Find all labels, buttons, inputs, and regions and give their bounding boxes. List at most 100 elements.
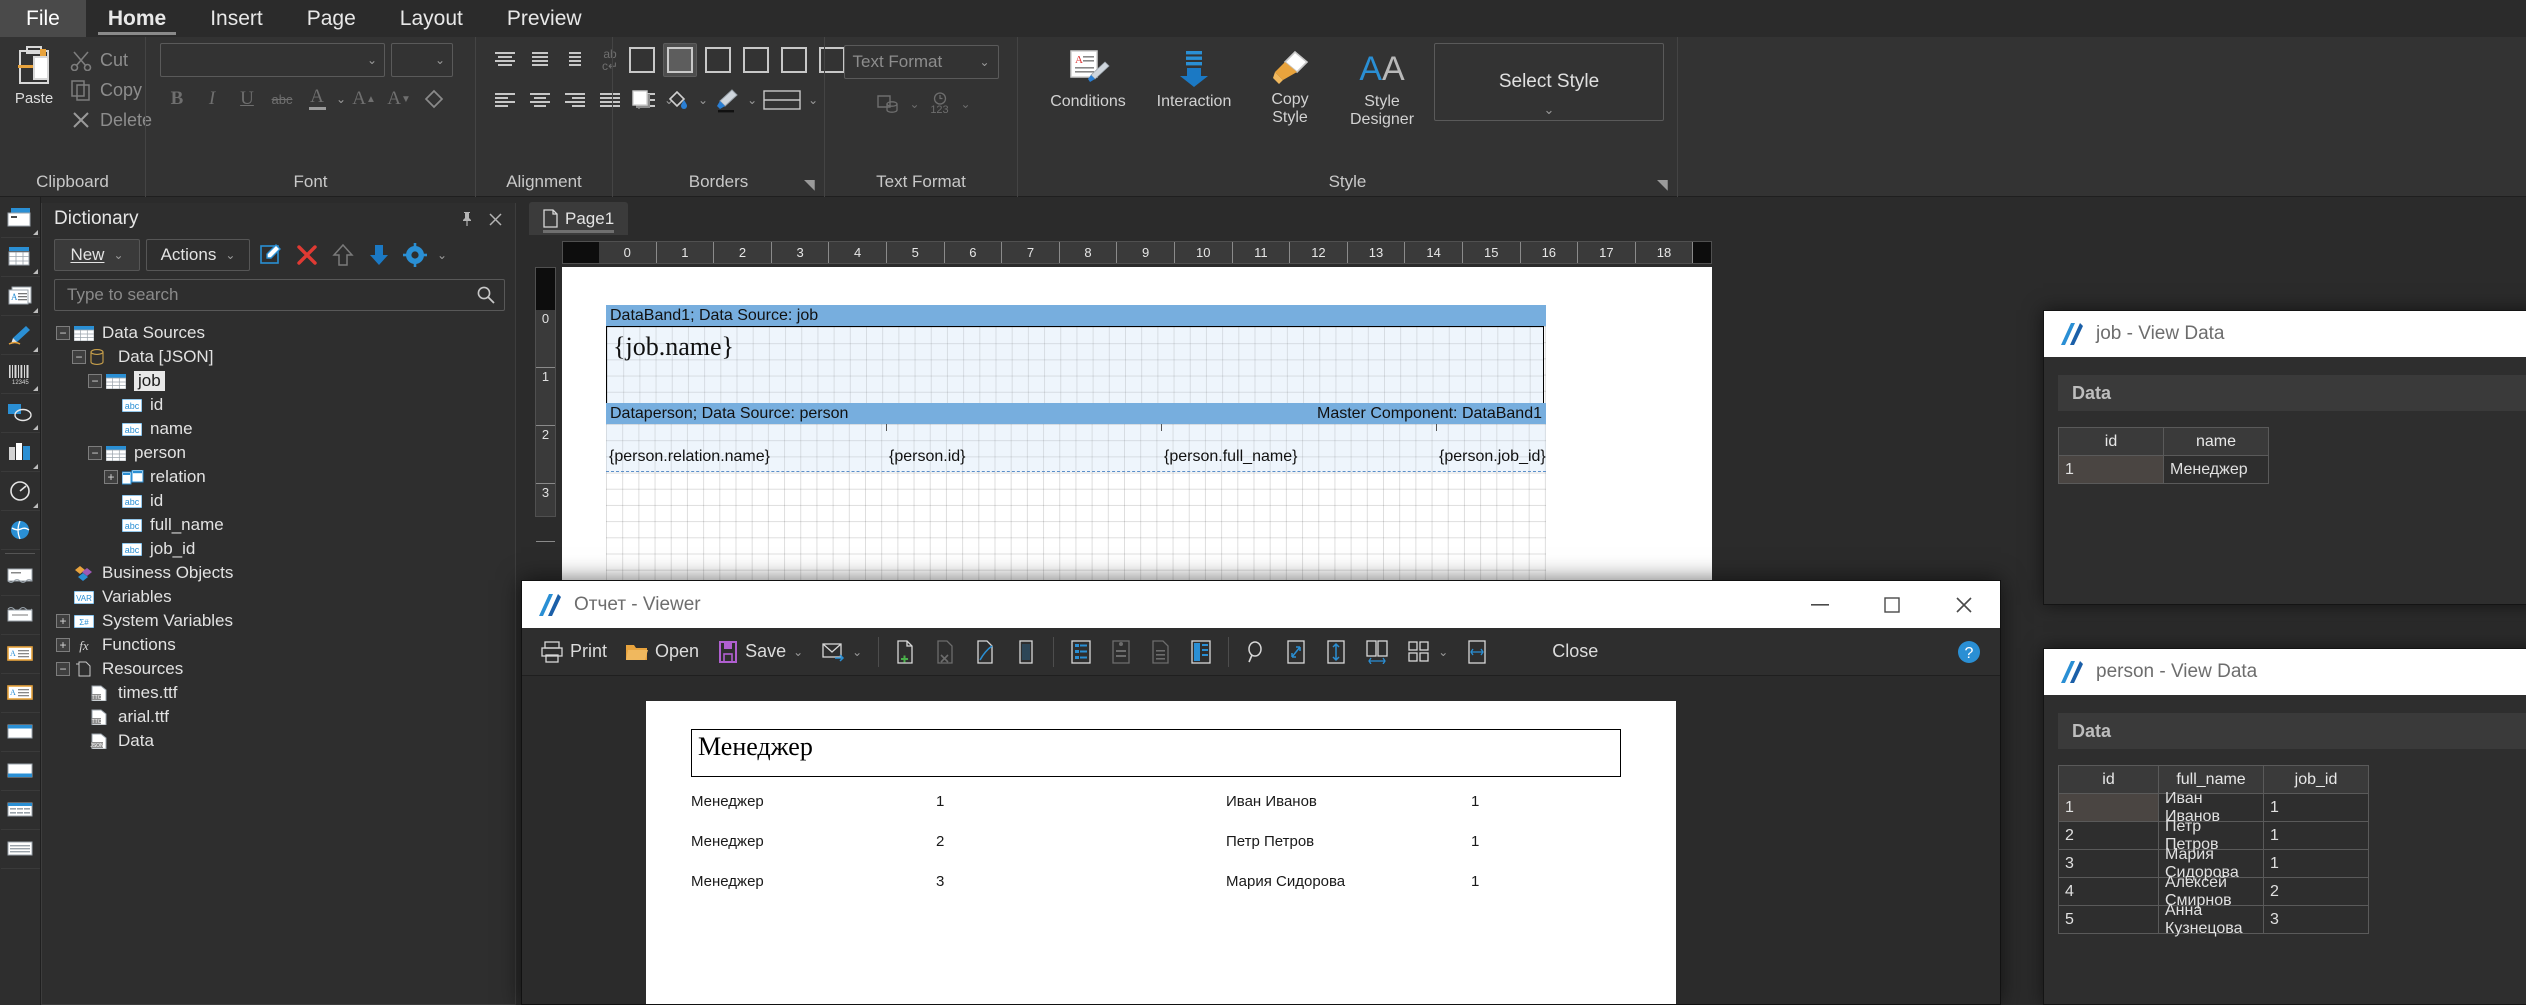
print-button[interactable]: Print (532, 632, 615, 672)
align-top-button[interactable] (488, 43, 522, 77)
viewer-title-bar[interactable]: Отчет - Viewer (522, 581, 2000, 628)
clear-formatting-button[interactable] (417, 82, 451, 116)
report-preview-page[interactable]: Менеджер Менеджер 1 Иван Иванов 1 Менеджер 2 П… (646, 701, 1676, 1004)
two-pages-button[interactable] (1357, 632, 1397, 672)
dictionary-tree-item[interactable]: Business Objects (48, 561, 515, 585)
chevron-down-icon[interactable]: ⌄ (698, 93, 708, 107)
dictionary-tree-item[interactable]: + fx Functions (48, 633, 515, 657)
dictionary-tree-item[interactable]: + relation (48, 465, 515, 489)
border-left-button[interactable] (777, 43, 811, 77)
search-icon[interactable] (476, 285, 496, 305)
expand-toggle-icon[interactable]: + (56, 638, 70, 652)
new-page-button[interactable] (887, 632, 925, 672)
view-data-grid-job[interactable]: id name 1 Менеджер (2044, 411, 2526, 484)
style-dialog-launcher-icon[interactable]: ◥ (1657, 177, 1671, 191)
collapse-toggle-icon[interactable]: − (56, 326, 70, 340)
copy-style-button[interactable]: Copy Style (1250, 43, 1330, 133)
zoom-page-width-button[interactable] (1277, 632, 1315, 672)
search-box[interactable] (54, 279, 505, 311)
borders-dialog-launcher-icon[interactable]: ◥ (804, 177, 818, 191)
dictionary-tree-item[interactable]: abc id (48, 489, 515, 513)
border-top-button[interactable] (701, 43, 735, 77)
gear-icon[interactable] (400, 240, 430, 270)
dictionary-tree-item[interactable]: JSON Data (48, 729, 515, 753)
border-all-button[interactable] (625, 43, 659, 77)
border-bottom-button[interactable] (739, 43, 773, 77)
table-cell[interactable]: 1 (2264, 794, 2369, 822)
zoom-button[interactable] (1237, 632, 1275, 672)
view-data-title-bar-person[interactable]: person - View Data (2044, 649, 2526, 695)
delete-button[interactable]: Delete (64, 107, 158, 133)
open-button[interactable]: Open (617, 632, 707, 672)
table-cell[interactable]: 2 (2264, 878, 2369, 906)
menu-item-layout[interactable]: Layout (378, 0, 485, 37)
interaction-button[interactable]: Interaction (1144, 43, 1244, 116)
text-component-job-name[interactable]: {job.name} (606, 326, 1544, 404)
style-designer-button[interactable]: AA Style Designer (1336, 43, 1428, 135)
align-bottom-button[interactable] (558, 43, 592, 77)
band-body-dataperson[interactable]: {person.relation.name} {person.id} {pers… (606, 424, 1546, 472)
data-grid[interactable]: id name 1 Менеджер (2058, 427, 2269, 484)
shadow-button[interactable] (625, 83, 659, 117)
column-header[interactable]: id (2059, 766, 2159, 794)
column-header[interactable]: name (2164, 428, 2269, 456)
chevron-down-icon[interactable]: ⌄ (336, 92, 346, 106)
bold-button[interactable]: B (160, 82, 194, 116)
view-data-grid-person[interactable]: id full_name job_id 1 Иван Иванов 1 2 Петр Петр… (2044, 749, 2526, 937)
dictionary-tree-item[interactable]: − person (48, 441, 515, 465)
band-header-databand1[interactable]: DataBand1; Data Source: job (606, 305, 1546, 326)
grow-font-button[interactable]: A ▲ (347, 82, 381, 116)
paste-button[interactable]: Paste (8, 43, 60, 133)
pencil-line-icon[interactable] (0, 316, 40, 355)
dictionary-tree[interactable]: − Data Sources − Data [JSON] − job abc id abc nam… (42, 317, 515, 753)
bookmarks-button[interactable] (1062, 632, 1100, 672)
page-header-band-icon[interactable] (0, 713, 40, 752)
chevron-down-icon[interactable]: ⌄ (747, 93, 757, 107)
map-icon[interactable] (0, 511, 40, 550)
rich-text-icon[interactable]: A (0, 277, 40, 316)
view-data-title-bar-job[interactable]: job - View Data (2044, 311, 2526, 357)
collapse-toggle-icon[interactable]: − (72, 350, 86, 364)
menu-item-home[interactable]: Home (86, 0, 188, 37)
menu-item-page[interactable]: Page (285, 0, 378, 37)
chevron-down-icon[interactable]: ⌄ (437, 248, 447, 262)
chevron-down-icon[interactable]: ⌄ (909, 97, 919, 111)
actions-button[interactable]: Actions ⌄ (146, 239, 250, 271)
text-format-combo[interactable]: Text Format ⌄ (843, 45, 999, 79)
fit-width-button[interactable] (1458, 632, 1496, 672)
vertical-ruler[interactable]: 0123 (535, 267, 556, 542)
shrink-font-button[interactable]: A ▼ (382, 82, 416, 116)
maximize-button[interactable] (1856, 581, 1928, 628)
underline-button[interactable]: U (230, 82, 264, 116)
border-style-button[interactable] (759, 83, 805, 117)
font-color-button[interactable]: A (300, 82, 334, 116)
align-left-button[interactable] (488, 83, 522, 117)
table-cell[interactable]: 2 (2059, 822, 2159, 850)
page-tab-page1[interactable]: Page1 (529, 202, 629, 235)
horizontal-ruler[interactable]: 0 1 2 3 4 5 6 7 8 9 10 11 12 13 14 15 16 17 18 (562, 241, 1712, 264)
edit-page-button[interactable] (967, 632, 1005, 672)
parameters-button[interactable] (1102, 632, 1140, 672)
text-component-person-id[interactable]: {person.id} (889, 448, 966, 466)
chevron-down-icon[interactable]: ⌄ (961, 97, 971, 111)
table-row[interactable]: 5 Анна Кузнецова 3 (2059, 902, 2369, 937)
dictionary-tree-item[interactable]: + Σ# System Variables (48, 609, 515, 633)
zoom-whole-page-button[interactable] (1317, 632, 1355, 672)
chart-icon[interactable] (0, 433, 40, 472)
conditions-button[interactable]: A Conditions (1038, 43, 1138, 116)
multiple-pages-button[interactable]: ⌄ (1399, 632, 1456, 672)
dictionary-tree-item[interactable]: abc job_id (48, 537, 515, 561)
menu-item-insert[interactable]: Insert (188, 0, 285, 37)
table-cell[interactable]: 1 (2264, 850, 2369, 878)
table-cell[interactable]: 1 (2264, 822, 2369, 850)
table-cell[interactable]: Анна Кузнецова (2159, 902, 2264, 937)
table-cell[interactable]: 3 (2059, 850, 2159, 878)
dictionary-tree-item[interactable]: − Data [JSON] (48, 345, 515, 369)
collapse-toggle-icon[interactable]: − (56, 662, 70, 676)
fill-color-button[interactable] (661, 83, 695, 117)
band-header-dataperson[interactable]: Dataperson; Data Source: person Master C… (606, 403, 1546, 424)
dictionary-tree-item[interactable]: TTC times.ttf (48, 681, 515, 705)
dictionary-tree-item[interactable]: − Resources (48, 657, 515, 681)
band-footer-icon[interactable] (0, 596, 40, 635)
align-right-button[interactable] (558, 83, 592, 117)
